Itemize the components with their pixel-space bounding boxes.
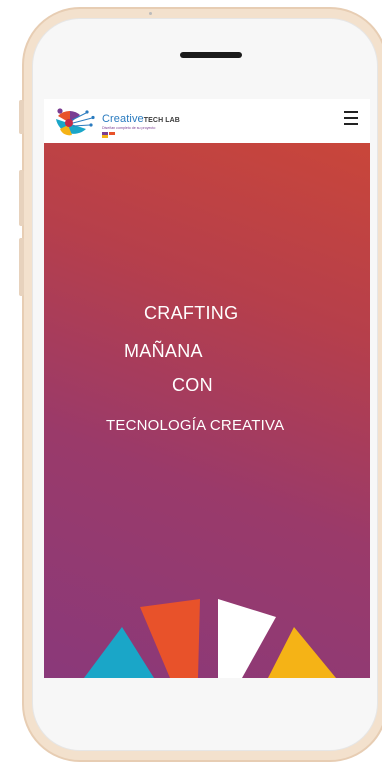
hero-line-1: CRAFTING [144, 303, 239, 323]
hero-line-4: TECNOLOGÍA CREATIVA [106, 417, 285, 434]
wheel-segment-blue [84, 627, 154, 678]
phone-speaker [180, 52, 242, 58]
logo-tagline: Diseñan completo de su proyecto [102, 126, 156, 130]
site-logo[interactable]: CreativeTECH LAB Diseñan completo de su … [52, 105, 202, 139]
logo-word-main: Creative [102, 113, 144, 125]
site-header: CreativeTECH LAB Diseñan completo de su … [44, 99, 370, 143]
hamburger-icon[interactable] [344, 111, 360, 127]
phone-mute-button [19, 100, 24, 134]
wheel-segment-orange [140, 599, 200, 678]
logo-wordmark: CreativeTECH LAB [102, 113, 180, 125]
logo-word-suffix: TECH LAB [143, 117, 180, 124]
camera-icon [149, 12, 152, 15]
phone-screen: CreativeTECH LAB Diseñan completo de su … [44, 99, 370, 678]
hero-section: CRAFTING MAÑANA CON TECNOLOGÍA CREATIVA [44, 143, 370, 678]
page: CreativeTECH LAB Diseñan completo de su … [0, 0, 382, 767]
logo-color-bars [102, 132, 122, 138]
wheel-segment-white [218, 599, 276, 678]
color-wheel-graphic [84, 599, 336, 678]
hero-line-2: MAÑANA [124, 341, 203, 361]
creative-tech-lab-logo-icon [56, 108, 95, 136]
phone-volume-down-button [19, 238, 24, 296]
phone-volume-up-button [19, 170, 24, 226]
wheel-segment-yellow [268, 627, 336, 678]
hero-line-3: CON [172, 375, 213, 395]
